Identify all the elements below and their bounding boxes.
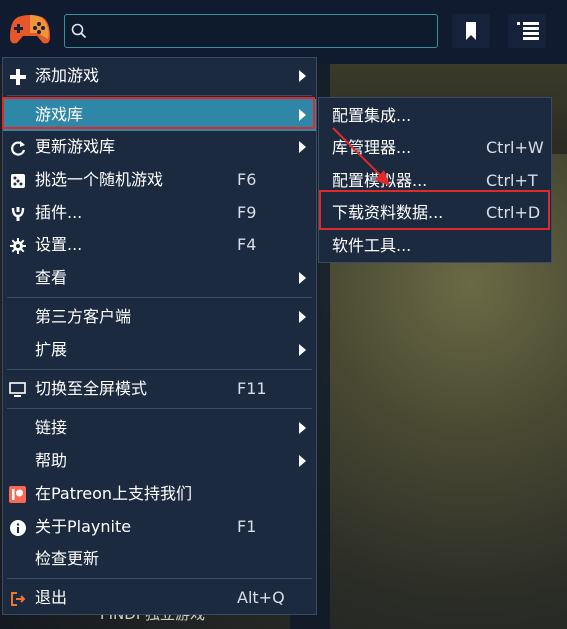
annotation-arrow-icon bbox=[332, 127, 390, 186]
